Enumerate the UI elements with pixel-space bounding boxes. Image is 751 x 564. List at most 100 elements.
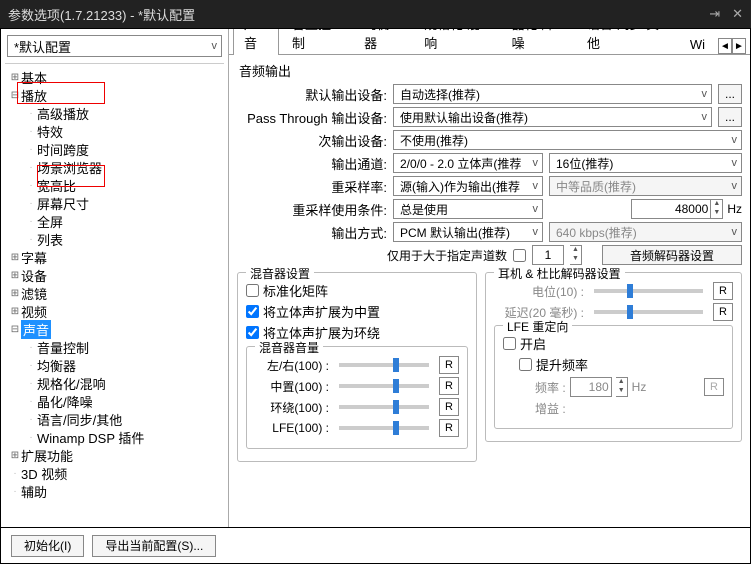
tree-expand-icon[interactable]: · [25,108,37,119]
tree-expand-icon[interactable]: ⊟ [9,90,21,101]
config-selector[interactable]: *默认配置 v [7,35,222,57]
tree-item-7[interactable]: ·屏幕尺寸 [25,194,222,212]
tree-expand-icon[interactable]: · [25,414,37,425]
tree-expand-icon[interactable]: · [25,432,37,443]
tree-item-22[interactable]: ·3D 视频 [9,464,222,482]
titlebar: 参数选项(1.7.21233) - *默认配置 ⇥ ✕ [0,0,751,28]
tree-item-2[interactable]: ·高级播放 [25,104,222,122]
btn-initialize[interactable]: 初始化(I) [11,535,84,557]
chk-lfe-enable[interactable] [503,337,516,350]
slider-delay[interactable] [594,310,703,314]
combo-resample-cond[interactable]: 总是使用v [393,199,543,219]
combo-bits[interactable]: 16位(推荐)v [549,153,742,173]
tree-expand-icon[interactable]: · [25,396,37,407]
combo-secondary[interactable]: 不使用(推荐)v [393,130,742,150]
tree-item-0[interactable]: ⊞基本 [9,68,222,86]
combo-default-device[interactable]: 自动选择(推荐)v [393,84,712,104]
slider-sur[interactable] [339,405,429,409]
btn-passthrough-more[interactable]: ... [718,107,742,127]
tree-item-5[interactable]: ·场景浏览器 [25,158,222,176]
input-lfe-freq[interactable]: 180 [570,377,612,397]
spinner-hz[interactable]: ▲▼ [711,199,723,219]
tree-item-17[interactable]: ·规格化/混响 [25,374,222,392]
tree-item-19[interactable]: ·语言/同步/其他 [25,410,222,428]
tree-expand-icon[interactable]: · [9,468,21,479]
tree-item-3[interactable]: ·特效 [25,122,222,140]
btn-decoder-settings[interactable]: 音频解码器设置 [602,245,742,265]
tree-expand-icon[interactable]: ⊞ [9,288,21,299]
spinner-lfe-freq[interactable]: ▲▼ [616,377,628,397]
tab-scroll-left[interactable]: ◄ [718,38,732,54]
chk-expand-sur[interactable] [246,326,259,339]
tree-expand-icon[interactable]: · [9,486,21,497]
tab-0[interactable]: 声音 [233,29,279,55]
tab-1[interactable]: 音量控制 [281,29,351,55]
close-icon[interactable]: ✕ [732,6,743,22]
slider-lfe[interactable] [339,426,429,430]
tree-expand-icon[interactable]: ⊞ [9,450,21,461]
reset-lfe[interactable]: R [439,419,459,437]
tree-expand-icon[interactable]: ⊞ [9,270,21,281]
chk-normalize[interactable] [246,284,259,297]
reset-lr[interactable]: R [439,356,459,374]
tree-item-18[interactable]: ·晶化/降噪 [25,392,222,410]
tree-expand-icon[interactable]: · [25,162,37,173]
tab-6[interactable]: Wi [679,32,716,55]
tree-expand-icon[interactable]: ⊟ [9,324,21,335]
input-hz[interactable]: 48000 [631,199,711,219]
tree-item-9[interactable]: ·列表 [25,230,222,248]
reset-pot[interactable]: R [713,282,733,300]
tree-expand-icon[interactable]: · [25,216,37,227]
tree-expand-icon[interactable]: · [25,126,37,137]
input-channel-threshold[interactable]: 1 [532,245,564,265]
tree-item-16[interactable]: ·均衡器 [25,356,222,374]
tree-expand-icon[interactable]: · [25,360,37,371]
reset-delay[interactable]: R [713,303,733,321]
tree-item-6[interactable]: ·宽高比 [25,176,222,194]
slider-pot[interactable] [594,289,703,293]
tree-item-label: 均衡器 [37,356,76,375]
chk-boost-freq[interactable] [519,358,532,371]
combo-passthrough[interactable]: 使用默认输出设备(推荐)v [393,107,712,127]
tree-expand-icon[interactable]: · [25,234,37,245]
tree-item-21[interactable]: ⊞扩展功能 [9,446,222,464]
slider-lr[interactable] [339,363,429,367]
tab-2[interactable]: 均衡器 [353,29,411,55]
combo-resample[interactable]: 源(输入)作为输出(推荐v [393,176,543,196]
pin-icon[interactable]: ⇥ [709,6,720,22]
tree-item-12[interactable]: ⊞滤镜 [9,284,222,302]
tree-expand-icon[interactable]: · [25,144,37,155]
tree-item-23[interactable]: ·辅助 [9,482,222,500]
tab-scroll-right[interactable]: ► [732,38,746,54]
tree-expand-icon[interactable]: · [25,342,37,353]
tree-expand-icon[interactable]: · [25,378,37,389]
tab-3[interactable]: 规格化/混响 [413,29,498,55]
slider-mid[interactable] [339,384,429,388]
tab-5[interactable]: 语言/同步/其他 [576,29,677,55]
tree-item-15[interactable]: ·音量控制 [25,338,222,356]
tree-expand-icon[interactable]: ⊞ [9,306,21,317]
tree-item-14[interactable]: ⊟声音 [9,320,222,338]
combo-channel[interactable]: 2/0/0 - 2.0 立体声(推荐v [393,153,543,173]
combo-output-mode[interactable]: PCM 默认输出(推荐)v [393,222,543,242]
tree-item-13[interactable]: ⊞视频 [9,302,222,320]
btn-export-config[interactable]: 导出当前配置(S)... [92,535,216,557]
tree-item-11[interactable]: ⊞设备 [9,266,222,284]
tree-expand-icon[interactable]: ⊞ [9,252,21,263]
chk-channel-threshold[interactable] [513,249,526,262]
tab-4[interactable]: 晶化/降噪 [501,29,574,55]
btn-default-device-more[interactable]: ... [718,84,742,104]
tree-expand-icon[interactable]: ⊞ [9,72,21,83]
reset-mid[interactable]: R [439,377,459,395]
tree-expand-icon[interactable]: · [25,198,37,209]
tree-item-1[interactable]: ⊟播放 [9,86,222,104]
tree-item-4[interactable]: ·时间跨度 [25,140,222,158]
reset-sur[interactable]: R [439,398,459,416]
chk-expand-mid[interactable] [246,305,259,318]
tree-item-8[interactable]: ·全屏 [25,212,222,230]
spinner-channel-threshold[interactable]: ▲▼ [570,245,582,265]
tree-item-20[interactable]: ·Winamp DSP 插件 [25,428,222,446]
tree-item-10[interactable]: ⊞字幕 [9,248,222,266]
tree-expand-icon[interactable]: · [25,180,37,191]
reset-lfe-freq[interactable]: R [704,378,724,396]
